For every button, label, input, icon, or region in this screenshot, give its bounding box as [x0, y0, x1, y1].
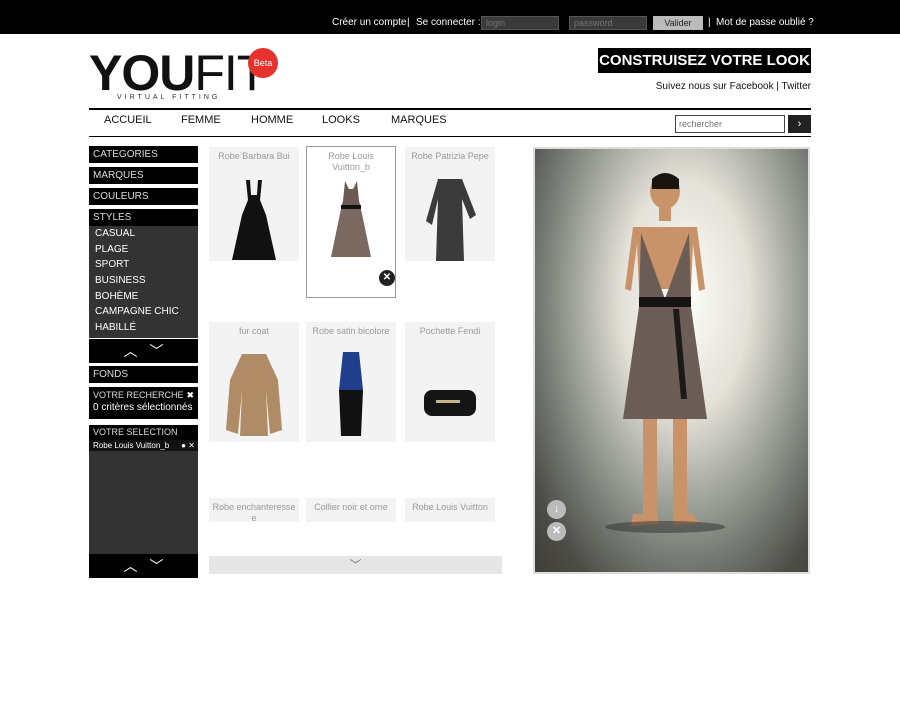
product-card[interactable]: Robe enchanteresse e [209, 498, 299, 523]
dress-image [339, 352, 363, 436]
eye-icon[interactable]: ● [181, 440, 186, 451]
product-name: Robe enchanteresse e [212, 502, 296, 523]
nav-divider-bottom [89, 136, 811, 137]
search-input[interactable] [675, 115, 785, 133]
model-figure [605, 173, 725, 533]
chevron-down-icon[interactable]: ﹀ [150, 554, 164, 578]
submit-login-button[interactable]: Valider [653, 16, 703, 30]
dress-image [331, 181, 371, 257]
grid-scroll-down[interactable]: ﹀ [209, 556, 502, 574]
selection-title: VOTRE SELECTION [89, 425, 198, 440]
style-item-casual[interactable]: CASUAL [89, 226, 198, 242]
login-label: Se connecter : [416, 17, 481, 28]
sidebar-fonds[interactable]: FONDS [89, 366, 198, 383]
product-name: Robe Louis Vuitton_b [328, 151, 374, 172]
nav-item-looks[interactable]: LOOKS [322, 114, 360, 126]
build-look-banner[interactable]: CONSTRUISEZ VOTRE LOOK [598, 48, 811, 73]
forgot-password-link[interactable]: Mot de passe oublié ? [716, 17, 814, 28]
login-input[interactable] [481, 16, 559, 30]
style-item-boheme[interactable]: BOHÈME [89, 289, 198, 305]
search-summary-title: VOTRE RECHERCHE [93, 390, 184, 400]
search-summary-count: 0 critères sélectionnés [93, 402, 193, 413]
chevron-down-icon[interactable]: ﹀ [150, 339, 164, 363]
nav-item-femme[interactable]: FEMME [181, 114, 221, 126]
download-icon[interactable]: ↓ [547, 500, 566, 519]
search-summary: VOTRE RECHERCHE 0 critères sélectionnés … [89, 387, 198, 419]
nav-item-homme[interactable]: HOMME [251, 114, 293, 126]
dress-image [426, 179, 476, 261]
selection-panel: VOTRE SELECTION Robe Louis Vuitton_b ● ✕ [89, 425, 198, 555]
remove-selection-icon[interactable]: ✕ [188, 440, 195, 451]
chevron-up-icon[interactable]: ︿ [124, 339, 138, 363]
beta-badge: Beta [248, 48, 278, 78]
virtual-fitting-viewer[interactable]: ↓ ✕ [533, 147, 810, 574]
password-input[interactable] [569, 16, 647, 30]
top-bar: Créer un compte | Se connecter : Valider… [0, 0, 900, 34]
product-card[interactable]: Robe Barbara Bui [209, 147, 299, 261]
product-name: Collier noir et orne [314, 502, 388, 512]
close-icon[interactable]: ✕ [547, 522, 566, 541]
sidebar-couleurs[interactable]: COULEURS [89, 188, 198, 205]
selection-item-label: Robe Louis Vuitton_b [93, 441, 170, 450]
sidebar-marques[interactable]: MARQUES [89, 167, 198, 184]
separator: | [407, 17, 410, 28]
sidebar-styles[interactable]: STYLES [89, 209, 198, 226]
product-card[interactable]: fur coat [209, 322, 299, 442]
product-name: Robe Patrizia Pepe [411, 151, 489, 161]
style-item-campagne-chic[interactable]: CAMPAGNE CHIC [89, 304, 198, 320]
product-name: Robe Barbara Bui [218, 151, 290, 161]
logo-you: YOU [89, 45, 195, 101]
product-card[interactable]: Robe Patrizia Pepe [405, 147, 495, 261]
style-item-sport[interactable]: SPORT [89, 257, 198, 273]
site-logo[interactable]: YOUFIT VIRTUAL FITTING [89, 45, 267, 101]
style-item-habille[interactable]: HABILLÉ [89, 320, 198, 336]
product-card[interactable]: Robe satin bicolore [306, 322, 396, 442]
product-name: fur coat [238, 326, 269, 336]
clutch-image [424, 390, 476, 416]
style-item-business[interactable]: BUSINESS [89, 273, 198, 289]
create-account-link[interactable]: Créer un compte [332, 17, 406, 28]
logo-subtitle: VIRTUAL FITTING [117, 94, 221, 101]
selection-scroll-bar: ︿ ﹀ [89, 554, 198, 578]
styles-scroll-bar: ︿ ﹀ [89, 339, 198, 363]
product-card[interactable]: Collier noir et orne [306, 498, 396, 522]
nav-divider-top [89, 108, 811, 110]
search-button[interactable]: › [788, 115, 811, 133]
coat-image [226, 354, 282, 436]
product-card-selected[interactable]: Robe Louis Vuitton_b ✕ [306, 146, 396, 298]
clear-search-icon[interactable]: ✖ [186, 390, 194, 401]
product-card[interactable]: Robe Louis Vuitton [405, 498, 495, 522]
styles-list: CASUAL PLAGE SPORT BUSINESS BOHÈME CAMPA… [89, 226, 198, 338]
sidebar-categories[interactable]: CATEGORIES [89, 146, 198, 163]
product-name: Robe Louis Vuitton [412, 502, 488, 512]
social-follow-links[interactable]: Suivez nous sur Facebook | Twitter [656, 81, 811, 92]
chevron-down-icon[interactable]: ﹀ [349, 558, 361, 572]
product-name: Pochette Fendi [419, 326, 481, 336]
style-item-plage[interactable]: PLAGE [89, 242, 198, 258]
product-card[interactable]: Pochette Fendi [405, 322, 495, 442]
selection-item[interactable]: Robe Louis Vuitton_b ● ✕ [89, 440, 198, 451]
separator: | [708, 17, 711, 28]
nav-item-marques[interactable]: MARQUES [391, 114, 447, 126]
close-icon[interactable]: ✕ [379, 270, 395, 286]
dress-image [232, 180, 276, 260]
chevron-up-icon[interactable]: ︿ [124, 554, 138, 578]
nav-item-accueil[interactable]: ACCUEIL [104, 114, 152, 126]
product-name: Robe satin bicolore [312, 326, 390, 336]
